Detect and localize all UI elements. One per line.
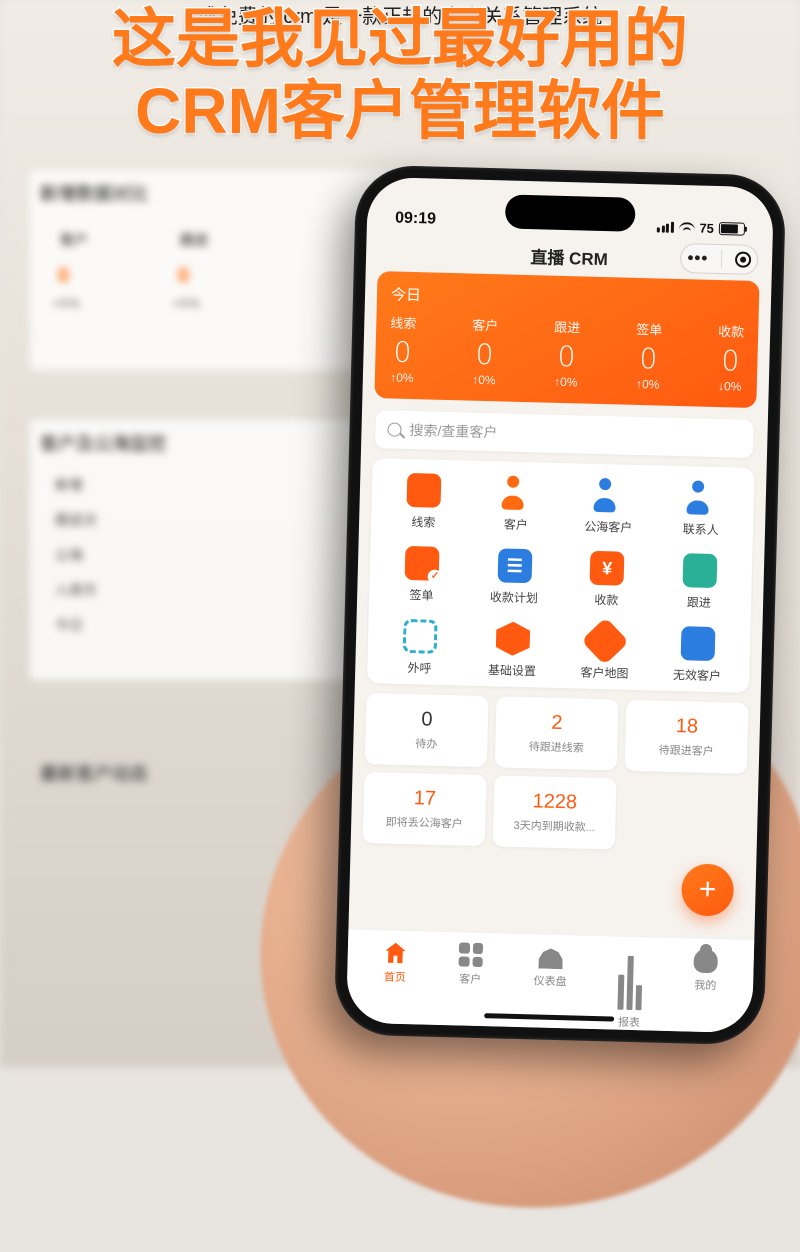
search-input[interactable]: 搜索/查重客户 (375, 410, 754, 458)
dashboard-metric[interactable]: 线索 0 ↑0% (389, 312, 417, 385)
todo-card[interactable]: 17 即将丢公海客户 (363, 772, 487, 846)
dashboard-metric[interactable]: 客户 0 ↑0% (471, 315, 499, 388)
search-icon (387, 422, 401, 436)
app-公海客户[interactable]: 公海客户 (562, 477, 656, 536)
status-time: 09:19 (395, 210, 436, 229)
more-icon[interactable]: ••• (687, 248, 708, 269)
circ-icon (680, 626, 715, 661)
battery-icon (719, 222, 745, 236)
todo-cards: 0 待办2 待跟进线索18 待跟进客户 17 即将丢公海客户1228 3天内到期收… (363, 693, 749, 853)
app-客户[interactable]: 客户 (469, 475, 563, 534)
yen-icon: ¥ (590, 551, 625, 586)
nav-报表[interactable]: 报表 (617, 947, 643, 1031)
app-grid: 线索客户公海客户联系人签单☰收款计划¥收款跟进外呼基础设置客户地图无效客户 (367, 458, 755, 693)
todo-card[interactable]: 2 待跟进线索 (495, 696, 619, 770)
battery-pct: 75 (699, 221, 714, 236)
hex-icon (495, 621, 530, 656)
nav-客户[interactable]: 客户 (457, 942, 483, 1026)
person-b-icon (684, 480, 719, 515)
app-无效客户[interactable]: 无效客户 (651, 625, 745, 684)
ring-icon (403, 619, 438, 654)
dash-icon (538, 945, 563, 970)
app-线索[interactable]: 线索 (377, 472, 471, 531)
app-基础设置[interactable]: 基础设置 (466, 621, 560, 680)
person-o-icon (499, 475, 534, 510)
nav-我的[interactable]: 我的 (692, 949, 718, 1033)
todo-card[interactable]: 1228 3天内到期收款... (493, 775, 617, 849)
dynamic-island (505, 194, 636, 231)
wifi-icon (678, 221, 694, 233)
nav-首页[interactable]: 首页 (382, 941, 408, 1025)
dashboard-metric[interactable]: 收款 0 ↓0% (717, 321, 745, 394)
headline-overlay: 这是我见过最好用的 CRM客户管理软件 (0, 4, 800, 147)
cal-icon: ☰ (497, 548, 532, 583)
app-收款计划[interactable]: ☰收款计划 (467, 548, 561, 607)
add-button[interactable]: + (681, 863, 734, 916)
dashboard-metric[interactable]: 签单 0 ↑0% (635, 319, 663, 392)
dashboard-title: 今日 (391, 283, 745, 313)
grid-icon (459, 942, 484, 967)
pin-icon (581, 617, 629, 665)
person-b-icon (592, 478, 627, 513)
user-icon (694, 949, 719, 974)
today-dashboard[interactable]: 今日 线索 0 ↑0% 客户 0 ↑0% 跟进 0 ↑0% 签单 0 ↑0% 收款 0 … (374, 271, 759, 408)
phone-frame: 09:19 75 直播 CRM ••• 今日 线索 0 ↑0 (334, 165, 787, 1046)
app-外呼[interactable]: 外呼 (373, 618, 467, 677)
app-联系人[interactable]: 联系人 (654, 479, 748, 538)
app-客户地图[interactable]: 客户地图 (558, 623, 652, 682)
app-签单[interactable]: 签单 (375, 545, 469, 604)
search-placeholder: 搜索/查重客户 (409, 420, 497, 442)
miniprogram-capsule[interactable]: ••• (680, 243, 759, 275)
app-跟进[interactable]: 跟进 (652, 552, 746, 611)
todo-card[interactable]: 0 待办 (365, 693, 489, 767)
home-icon (383, 941, 408, 966)
steth-icon (407, 473, 442, 508)
close-icon[interactable] (735, 251, 751, 267)
todo-card[interactable]: 18 待跟进客户 (625, 700, 749, 774)
signal-icon (657, 221, 674, 232)
phone-screen: 09:19 75 直播 CRM ••• 今日 线索 0 ↑0 (346, 177, 774, 1033)
swirl-icon (682, 553, 717, 588)
doc-icon (405, 546, 440, 581)
dashboard-metric[interactable]: 跟进 0 ↑0% (553, 317, 581, 390)
bars-icon (617, 947, 643, 1011)
page-title: 直播 CRM (530, 243, 608, 270)
app-收款[interactable]: ¥收款 (560, 550, 654, 609)
